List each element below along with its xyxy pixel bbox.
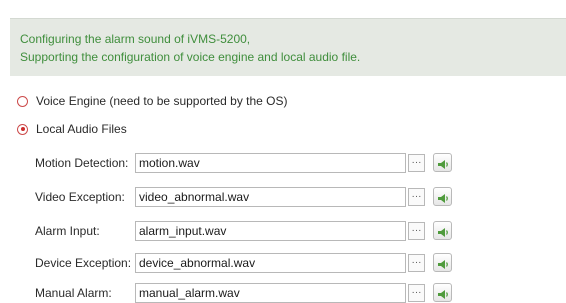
row-label: Motion Detection: [35,156,129,170]
browse-button[interactable]: ··· [408,222,425,240]
audio-file-input[interactable] [135,283,406,303]
voice-engine-label: Voice Engine (need to be supported by th… [36,94,288,108]
audio-file-input[interactable] [135,153,406,173]
audio-file-input[interactable] [135,187,406,207]
row-label: Alarm Input: [35,224,100,238]
row-label: Manual Alarm: [35,286,112,300]
play-sound-button[interactable] [433,187,452,206]
audio-row-alarm-input: Alarm Input: ··· [35,221,452,241]
browse-button[interactable]: ··· [408,254,425,272]
row-label: Video Exception: [35,190,125,204]
audio-row-manual-alarm: Manual Alarm: ··· [35,283,452,303]
local-audio-radio[interactable] [17,123,28,135]
audio-file-input[interactable] [135,221,406,241]
speaker-icon [437,159,448,169]
browse-button[interactable]: ··· [408,188,425,206]
browse-button[interactable]: ··· [408,284,425,302]
audio-file-input[interactable] [135,253,406,273]
play-sound-button[interactable] [433,153,452,172]
browse-button[interactable]: ··· [408,154,425,172]
local-audio-label: Local Audio Files [36,122,127,136]
voice-engine-option[interactable]: Voice Engine (need to be supported by th… [17,93,288,109]
speaker-icon [437,193,448,203]
audio-row-device-exception: Device Exception: ··· [35,253,452,273]
row-label: Device Exception: [35,256,132,270]
alarm-sound-settings-panel: Configuring the alarm sound of iVMS-5200… [0,0,566,303]
speaker-icon [437,289,448,299]
speaker-icon [437,259,448,269]
speaker-icon [437,227,448,237]
play-sound-button[interactable] [433,283,452,302]
play-sound-button[interactable] [433,253,452,272]
info-banner: Configuring the alarm sound of iVMS-5200… [10,18,566,76]
audio-row-video-exception: Video Exception: ··· [35,187,452,207]
play-sound-button[interactable] [433,221,452,240]
info-line-2: Supporting the configuration of voice en… [20,50,361,64]
audio-row-motion-detection: Motion Detection: ··· [35,153,452,173]
info-line-1: Configuring the alarm sound of iVMS-5200… [20,32,251,46]
voice-engine-radio[interactable] [17,95,28,107]
local-audio-option[interactable]: Local Audio Files [17,121,127,137]
